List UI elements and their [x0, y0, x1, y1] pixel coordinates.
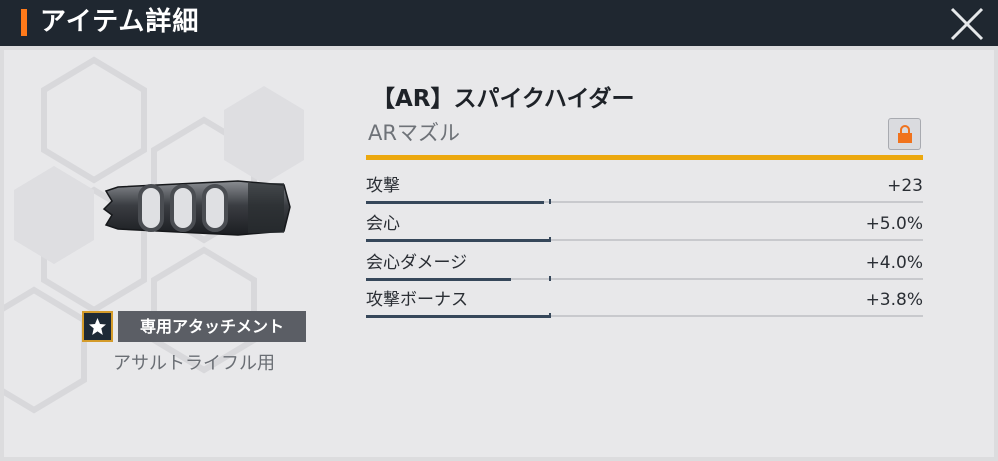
stat-value: +3.8% — [865, 290, 923, 310]
lock-icon — [898, 125, 912, 143]
close-button[interactable] — [948, 5, 986, 43]
rarity-bar — [366, 155, 923, 160]
stat-label: 会心 — [366, 214, 400, 234]
exclusive-attachment-tag: 専用アタッチメント — [118, 311, 306, 342]
stat-row: 会心 +5.0% — [366, 210, 923, 248]
stat-bar-fill — [366, 278, 511, 281]
stat-bar-marker — [549, 199, 551, 204]
star-badge-icon — [89, 318, 106, 335]
exclusive-attachment-badge — [82, 311, 113, 342]
stat-bar-marker — [549, 313, 551, 318]
stat-row: 攻撃 +23 — [366, 172, 923, 210]
stat-bar-marker — [549, 276, 551, 281]
stat-label: 会心ダメージ — [366, 253, 468, 273]
page-title: アイテム詳細 — [40, 7, 200, 37]
stat-value: +23 — [887, 176, 923, 196]
stat-value: +5.0% — [865, 214, 923, 234]
stat-bar-fill — [366, 201, 545, 204]
title-bar: アイテム詳細 — [0, 0, 998, 46]
stat-row: 会心ダメージ +4.0% — [366, 249, 923, 287]
muzzle-attachment-image — [102, 180, 291, 236]
stat-bar-fill — [366, 315, 550, 318]
stat-bar-fill — [366, 239, 550, 242]
item-name: 【AR】スパイクハイダー — [372, 86, 635, 112]
stat-value: +4.0% — [865, 253, 923, 273]
stat-row: 攻撃ボーナス +3.8% — [366, 286, 923, 324]
stat-label: 攻撃 — [366, 176, 400, 196]
item-detail-panel: 専用アタッチメント アサルトライフル用 【AR】スパイクハイダー ARマズル 攻… — [4, 50, 994, 457]
hex-background-pattern — [4, 56, 304, 414]
lock-button[interactable] — [888, 118, 921, 150]
stat-label: 攻撃ボーナス — [366, 290, 468, 310]
item-type: ARマズル — [368, 121, 460, 145]
usage-weapon-type: アサルトライフル用 — [113, 353, 275, 374]
title-accent-bar — [21, 9, 27, 36]
stat-bar-marker — [549, 237, 551, 242]
close-icon — [950, 7, 984, 41]
